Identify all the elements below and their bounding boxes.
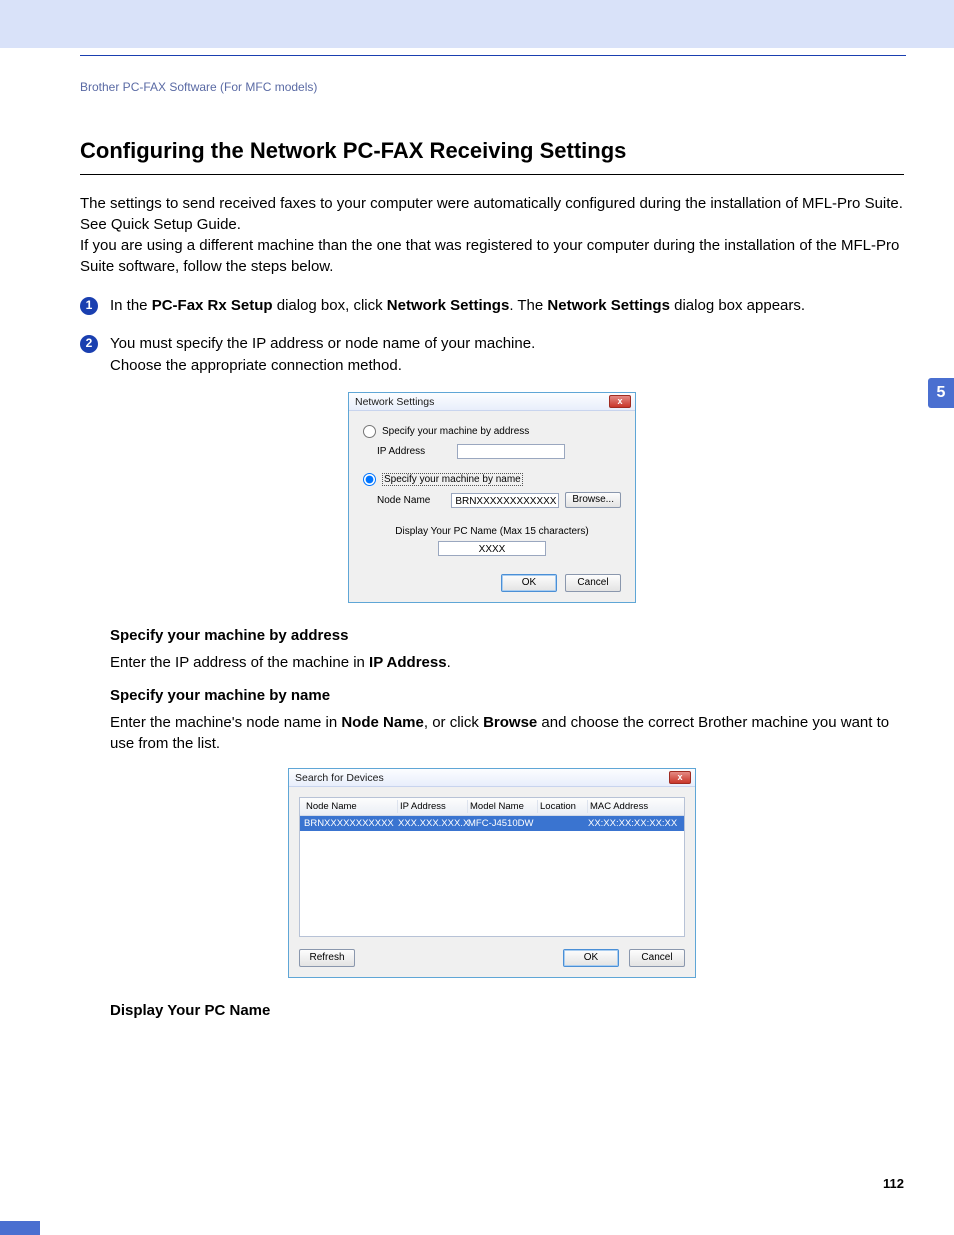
radio-by-name[interactable]: Specify your machine by name xyxy=(363,473,621,486)
search-devices-dialog: Search for Devices x Node Name IP Addres… xyxy=(288,768,696,978)
refresh-button[interactable]: Refresh xyxy=(299,949,355,967)
pc-name-label: Display Your PC Name (Max 15 characters) xyxy=(395,526,588,537)
close-icon[interactable]: x xyxy=(669,771,691,784)
col-location: Location xyxy=(538,800,588,813)
intro-p2: If you are using a different machine tha… xyxy=(80,237,899,275)
t: Choose the appropriate connection method… xyxy=(110,357,402,374)
dialog2-titlebar: Search for Devices x xyxy=(289,769,695,787)
t: Node Name xyxy=(341,714,424,731)
corner-accent xyxy=(0,1221,40,1235)
dialog2-title: Search for Devices xyxy=(295,772,384,784)
t: . xyxy=(447,654,451,671)
browse-button[interactable]: Browse... xyxy=(565,492,621,508)
list-item[interactable]: BRNXXXXXXXXXXX XXX.XXX.XXX.X MFC-J4510DW… xyxy=(300,816,684,831)
step-2-text: You must specify the IP address or node … xyxy=(110,333,535,377)
step-bullet-1: 1 xyxy=(80,297,98,315)
intro-text: The settings to send received faxes to y… xyxy=(80,193,904,277)
section-name-text: Enter the machine's node name in Node Na… xyxy=(110,712,904,754)
col-node-name: Node Name xyxy=(304,800,398,813)
section-address-text: Enter the IP address of the machine in I… xyxy=(110,652,904,673)
node-name-label: Node Name xyxy=(377,495,451,506)
close-icon[interactable]: x xyxy=(609,395,631,408)
network-settings-dialog: Network Settings x Specify your machine … xyxy=(348,392,636,603)
ip-address-label: IP Address xyxy=(377,446,457,457)
breadcrumb: Brother PC-FAX Software (For MFC models) xyxy=(80,80,904,94)
t: Network Settings xyxy=(547,297,670,314)
step-1: 1 In the PC-Fax Rx Setup dialog box, cli… xyxy=(80,295,904,317)
t: In the xyxy=(110,297,152,314)
device-list[interactable]: Node Name IP Address Model Name Location… xyxy=(299,797,685,937)
radio-address-input[interactable] xyxy=(363,425,376,438)
radio-address-label: Specify your machine by address xyxy=(382,426,529,437)
dialog-titlebar: Network Settings x xyxy=(349,393,635,411)
radio-name-label: Specify your machine by name xyxy=(382,473,523,486)
t: IP Address xyxy=(369,654,447,671)
t: PC-Fax Rx Setup xyxy=(152,297,273,314)
dialog-title: Network Settings xyxy=(355,396,434,408)
t: Enter the IP address of the machine in xyxy=(110,654,369,671)
t: Network Settings xyxy=(387,297,510,314)
page-number: 112 xyxy=(883,1176,904,1191)
cell-node-name: BRNXXXXXXXXXXX xyxy=(304,818,398,829)
cell-ip-address: XXX.XXX.XXX.X xyxy=(398,818,468,829)
section-name-heading: Specify your machine by name xyxy=(110,687,904,704)
col-mac-address: MAC Address xyxy=(588,800,680,813)
radio-name-input[interactable] xyxy=(363,473,376,486)
cell-mac-address: XX:XX:XX:XX:XX:XX xyxy=(588,818,680,829)
cancel-button[interactable]: Cancel xyxy=(629,949,685,967)
step-2: 2 You must specify the IP address or nod… xyxy=(80,333,904,377)
cell-location xyxy=(538,818,588,829)
ok-button[interactable]: OK xyxy=(501,574,557,592)
t: Enter the machine's node name in xyxy=(110,714,341,731)
chapter-tab: 5 xyxy=(928,378,954,408)
col-ip-address: IP Address xyxy=(398,800,468,813)
title-rule xyxy=(80,174,904,175)
t: dialog box, click xyxy=(273,297,387,314)
top-band xyxy=(0,0,954,48)
page-title: Configuring the Network PC-FAX Receiving… xyxy=(80,138,904,164)
t: dialog box appears. xyxy=(670,297,805,314)
t: , or click xyxy=(424,714,483,731)
t: Browse xyxy=(483,714,537,731)
col-model-name: Model Name xyxy=(468,800,538,813)
intro-p1: The settings to send received faxes to y… xyxy=(80,195,903,233)
step-bullet-2: 2 xyxy=(80,335,98,353)
step-1-text: In the PC-Fax Rx Setup dialog box, click… xyxy=(110,295,805,317)
cell-model-name: MFC-J4510DW xyxy=(468,818,538,829)
t: You must specify the IP address or node … xyxy=(110,335,535,352)
section-address-heading: Specify your machine by address xyxy=(110,627,904,644)
t: . The xyxy=(509,297,547,314)
radio-by-address[interactable]: Specify your machine by address xyxy=(363,425,621,438)
cancel-button[interactable]: Cancel xyxy=(565,574,621,592)
ip-address-input[interactable] xyxy=(457,444,565,459)
list-header: Node Name IP Address Model Name Location… xyxy=(300,798,684,816)
top-rule xyxy=(80,55,906,56)
pc-name-input[interactable]: XXXX xyxy=(438,541,546,556)
ok-button[interactable]: OK xyxy=(563,949,619,967)
section-pcname-heading: Display Your PC Name xyxy=(110,1002,904,1019)
node-name-input[interactable]: BRNXXXXXXXXXXXX xyxy=(451,493,559,508)
